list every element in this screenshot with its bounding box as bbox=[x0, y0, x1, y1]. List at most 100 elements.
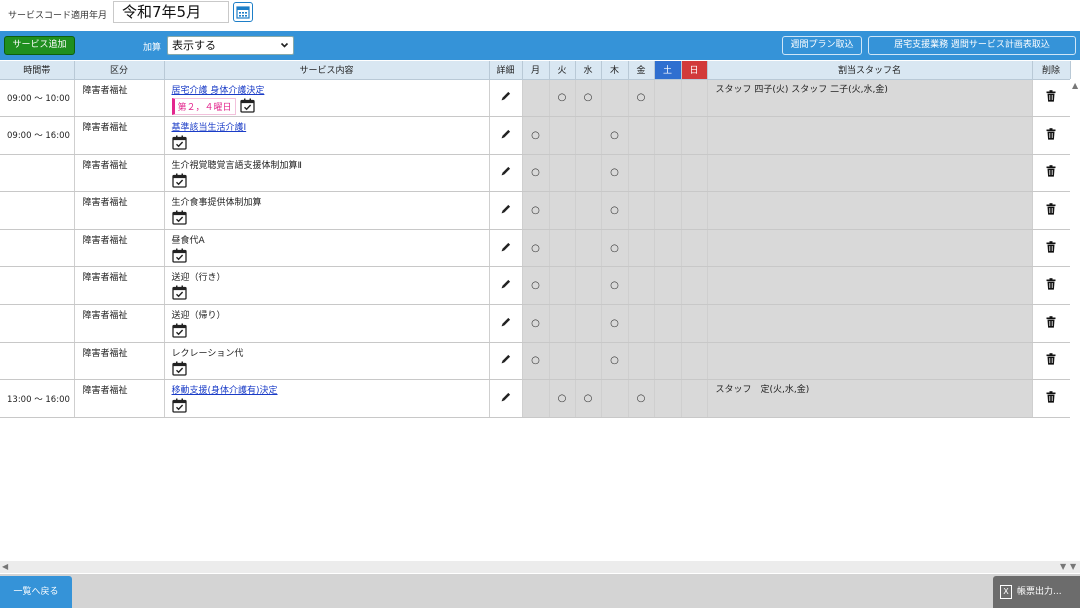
day-cell-tue[interactable] bbox=[549, 191, 576, 230]
day-cell-wed[interactable] bbox=[575, 116, 602, 155]
day-cell-wed[interactable] bbox=[575, 266, 602, 306]
day-cell-wed[interactable]: ○ bbox=[575, 379, 602, 418]
day-cell-tue[interactable] bbox=[549, 154, 576, 193]
delete-button[interactable] bbox=[1032, 379, 1071, 418]
day-cell-thu[interactable]: ○ bbox=[601, 266, 629, 306]
day-cell-thu[interactable]: ○ bbox=[601, 191, 629, 230]
day-cell-mon[interactable]: ○ bbox=[522, 116, 550, 155]
day-cell-sat[interactable] bbox=[654, 191, 682, 230]
kasan-select[interactable]: 表示する bbox=[167, 36, 294, 55]
day-cell-fri[interactable] bbox=[628, 304, 655, 343]
day-cell-tue[interactable] bbox=[549, 342, 576, 381]
day-cell-sun[interactable] bbox=[681, 116, 708, 155]
scroll-down-icon-2[interactable]: ▼ bbox=[1070, 562, 1076, 571]
scroll-up-icon[interactable]: ▲ bbox=[1072, 81, 1078, 90]
day-cell-sun[interactable] bbox=[681, 342, 708, 381]
day-cell-fri[interactable] bbox=[628, 266, 655, 306]
day-cell-thu[interactable]: ○ bbox=[601, 116, 629, 155]
day-cell-sun[interactable] bbox=[681, 229, 708, 268]
report-output-button[interactable]: X 帳票出力... bbox=[993, 576, 1080, 608]
day-cell-sat[interactable] bbox=[654, 229, 682, 268]
day-cell-sat[interactable] bbox=[654, 379, 682, 418]
day-cell-mon[interactable]: ○ bbox=[522, 342, 550, 381]
schedule-calendar-icon[interactable] bbox=[171, 248, 187, 266]
day-cell-mon[interactable] bbox=[522, 379, 550, 418]
service-link[interactable]: 移動支援(身体介護有)決定 bbox=[172, 386, 278, 396]
day-cell-fri[interactable] bbox=[628, 342, 655, 381]
day-cell-sat[interactable] bbox=[654, 79, 682, 118]
day-cell-sun[interactable] bbox=[681, 304, 708, 343]
day-cell-thu[interactable]: ○ bbox=[601, 304, 629, 343]
applied-month-field[interactable]: 令和7年5月 bbox=[113, 1, 229, 23]
day-cell-wed[interactable] bbox=[575, 342, 602, 381]
day-cell-tue[interactable] bbox=[549, 304, 576, 343]
day-cell-sat[interactable] bbox=[654, 266, 682, 306]
delete-button[interactable] bbox=[1032, 342, 1071, 381]
month-calendar-button[interactable] bbox=[233, 2, 253, 22]
day-cell-wed[interactable] bbox=[575, 191, 602, 230]
day-cell-mon[interactable]: ○ bbox=[522, 229, 550, 268]
delete-button[interactable] bbox=[1032, 229, 1071, 268]
edit-button[interactable] bbox=[489, 304, 523, 343]
day-cell-sun[interactable] bbox=[681, 191, 708, 230]
day-cell-tue[interactable]: ○ bbox=[549, 79, 576, 118]
vertical-scrollbar[interactable]: ▲ bbox=[1070, 79, 1080, 559]
day-cell-sun[interactable] bbox=[681, 266, 708, 306]
day-cell-tue[interactable]: ○ bbox=[549, 379, 576, 418]
schedule-calendar-icon[interactable] bbox=[171, 210, 187, 228]
day-cell-mon[interactable]: ○ bbox=[522, 191, 550, 230]
edit-button[interactable] bbox=[489, 266, 523, 306]
delete-button[interactable] bbox=[1032, 191, 1071, 230]
service-link[interactable]: 居宅介護 身体介護決定 bbox=[172, 86, 265, 96]
day-cell-thu[interactable] bbox=[601, 79, 629, 118]
schedule-calendar-icon[interactable] bbox=[171, 323, 187, 341]
day-cell-fri[interactable] bbox=[628, 229, 655, 268]
day-cell-mon[interactable]: ○ bbox=[522, 304, 550, 343]
day-cell-tue[interactable] bbox=[549, 229, 576, 268]
day-cell-sun[interactable] bbox=[681, 154, 708, 193]
scroll-left-icon[interactable]: ◀ bbox=[2, 562, 8, 571]
delete-button[interactable] bbox=[1032, 116, 1071, 155]
day-cell-fri[interactable] bbox=[628, 154, 655, 193]
day-cell-mon[interactable] bbox=[522, 79, 550, 118]
edit-button[interactable] bbox=[489, 229, 523, 268]
day-cell-thu[interactable]: ○ bbox=[601, 229, 629, 268]
schedule-calendar-icon[interactable] bbox=[171, 173, 187, 191]
day-cell-wed[interactable] bbox=[575, 154, 602, 193]
schedule-calendar-icon[interactable] bbox=[171, 135, 187, 153]
delete-button[interactable] bbox=[1032, 266, 1071, 306]
day-cell-sat[interactable] bbox=[654, 342, 682, 381]
day-cell-tue[interactable] bbox=[549, 116, 576, 155]
day-cell-mon[interactable]: ○ bbox=[522, 154, 550, 193]
edit-button[interactable] bbox=[489, 116, 523, 155]
delete-button[interactable] bbox=[1032, 79, 1071, 118]
day-cell-sat[interactable] bbox=[654, 154, 682, 193]
horizontal-scrollbar[interactable]: ◀ ▼ ▼ bbox=[0, 561, 1080, 573]
back-to-list-button[interactable]: 一覧へ戻る bbox=[0, 576, 72, 608]
delete-button[interactable] bbox=[1032, 304, 1071, 343]
day-cell-wed[interactable] bbox=[575, 229, 602, 268]
day-cell-fri[interactable]: ○ bbox=[628, 379, 655, 418]
day-cell-sat[interactable] bbox=[654, 116, 682, 155]
schedule-calendar-icon[interactable] bbox=[171, 361, 187, 379]
edit-button[interactable] bbox=[489, 191, 523, 230]
day-cell-wed[interactable]: ○ bbox=[575, 79, 602, 118]
day-cell-mon[interactable]: ○ bbox=[522, 266, 550, 306]
import-week-plan-button[interactable]: 週間プラン取込 bbox=[782, 36, 862, 55]
schedule-calendar-icon[interactable] bbox=[171, 398, 187, 416]
day-cell-tue[interactable] bbox=[549, 266, 576, 306]
add-service-button[interactable]: サービス追加 bbox=[4, 36, 75, 55]
day-cell-fri[interactable] bbox=[628, 191, 655, 230]
schedule-calendar-icon[interactable] bbox=[171, 285, 187, 303]
service-link[interactable]: 基準該当生活介護Ⅰ bbox=[172, 123, 247, 133]
edit-button[interactable] bbox=[489, 379, 523, 418]
day-cell-sun[interactable] bbox=[681, 379, 708, 418]
day-cell-fri[interactable] bbox=[628, 116, 655, 155]
import-home-support-plan-button[interactable]: 居宅支援業務 週間サービス計画表取込 bbox=[868, 36, 1076, 55]
edit-button[interactable] bbox=[489, 342, 523, 381]
delete-button[interactable] bbox=[1032, 154, 1071, 193]
day-cell-thu[interactable]: ○ bbox=[601, 342, 629, 381]
edit-button[interactable] bbox=[489, 79, 523, 118]
day-cell-fri[interactable]: ○ bbox=[628, 79, 655, 118]
schedule-calendar-icon[interactable] bbox=[239, 98, 255, 116]
